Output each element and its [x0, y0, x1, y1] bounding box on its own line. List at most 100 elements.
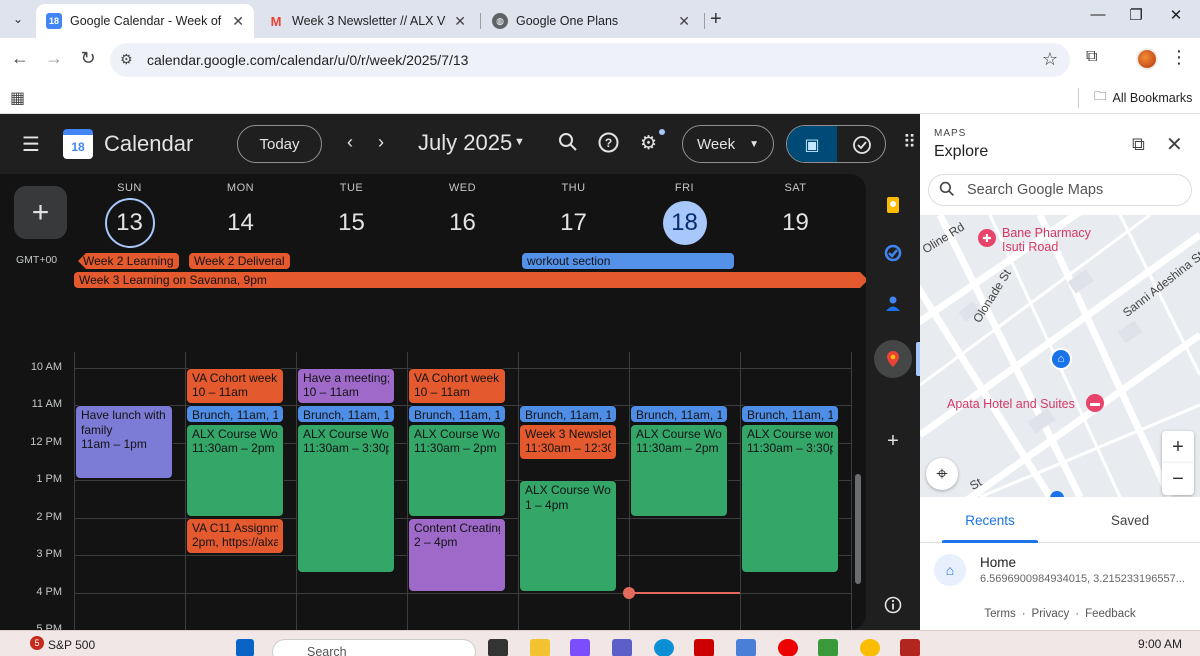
acrobat-icon[interactable]	[694, 639, 714, 656]
map-view[interactable]: Oline Rd Olonade St Sanni Adeshina St St…	[920, 215, 1200, 497]
windows-start-icon[interactable]	[236, 639, 254, 656]
stock-widget[interactable]: S&P 500	[48, 638, 95, 652]
url-text[interactable]: calendar.google.com/calendar/u/0/r/week/…	[147, 52, 468, 68]
calendar-event[interactable]: Brunch, 11am, 11a	[297, 405, 395, 423]
chrome-icon[interactable]	[860, 639, 880, 656]
allday-event[interactable]: Week 2 Learning	[78, 253, 179, 269]
browser-menu-icon[interactable]: ⋮	[1170, 47, 1188, 68]
home-pin-icon[interactable]: ⌂	[1050, 348, 1072, 370]
tab-google-calendar[interactable]: 18 Google Calendar - Week of July ✕	[36, 4, 254, 38]
recent-item-home[interactable]: ⌂ Home 6.5696900984934015, 3.21523319655…	[920, 544, 1200, 598]
zoom-in-icon[interactable]: +	[1162, 431, 1194, 463]
bookmark-star-icon[interactable]: ☆	[1042, 49, 1058, 70]
new-tab-button[interactable]: +	[710, 8, 722, 31]
calendar-event[interactable]: Content Creating 2 – 4pm	[408, 517, 506, 592]
open-in-new-icon[interactable]: ⧉	[1132, 134, 1145, 155]
day-number[interactable]: 18	[662, 201, 707, 245]
day-number[interactable]: 19	[771, 198, 821, 248]
teams-icon[interactable]	[612, 639, 632, 656]
calendar-event[interactable]: Have a meeting; 10 – 11am	[297, 367, 395, 404]
calendar-event[interactable]: Have lunch with family 11am – 1pm	[75, 405, 173, 479]
calendar-event[interactable]: VA C11 Assignmen2pm, https://alxafr	[186, 517, 284, 554]
day-header-wed[interactable]: WED 16	[407, 182, 518, 248]
restore-icon[interactable]: ❐	[1124, 6, 1148, 24]
keep-icon[interactable]	[880, 192, 906, 218]
search-icon[interactable]	[558, 132, 578, 158]
prev-week-icon[interactable]: ‹	[347, 132, 353, 153]
tab-saved[interactable]: Saved	[1060, 513, 1200, 528]
close-tab-icon[interactable]: ✕	[232, 13, 244, 30]
edge-icon[interactable]	[654, 639, 674, 656]
calendar-logo[interactable]: 18	[63, 129, 93, 159]
google-apps-icon[interactable]: ⠿	[903, 132, 916, 153]
tasks-icon[interactable]	[880, 240, 906, 266]
calendar-event[interactable]: ALX Course Work11:30am – 2pm	[408, 423, 506, 517]
day-header-tue[interactable]: TUE 15	[296, 182, 407, 248]
close-panel-icon[interactable]: ✕	[1166, 132, 1183, 157]
maps-search-box[interactable]	[928, 174, 1192, 206]
tasks-view-icon[interactable]	[837, 126, 885, 162]
excel-icon[interactable]	[818, 639, 838, 656]
add-addon-icon[interactable]: +	[880, 428, 906, 454]
back-icon[interactable]: ←	[8, 48, 32, 69]
calendar-event[interactable]: Brunch, 11am, 11a	[519, 405, 617, 423]
day-number[interactable]: 13	[104, 198, 155, 248]
calendar-event[interactable]: Brunch, 11am, 11a	[408, 405, 506, 423]
day-header-mon[interactable]: MON 14	[185, 182, 296, 248]
day-header-sat[interactable]: SAT 19	[740, 182, 851, 248]
apps-grid-icon[interactable]: ▦	[10, 88, 25, 108]
day-number[interactable]: 15	[327, 198, 377, 248]
privacy-link[interactable]: Privacy	[1032, 608, 1070, 620]
hotel-pin-icon[interactable]: ▬	[1086, 394, 1104, 412]
profile-avatar[interactable]	[1136, 48, 1158, 70]
zoom-out-icon[interactable]: −	[1162, 463, 1194, 495]
scrollbar[interactable]	[855, 474, 861, 584]
day-header-fri[interactable]: FRI 18	[629, 182, 740, 245]
file-explorer-icon[interactable]	[530, 639, 550, 656]
all-bookmarks-button[interactable]: 🗀 All Bookmarks	[1094, 87, 1192, 108]
allday-event[interactable]: Week 3 Learning on Savanna, 9pm	[74, 272, 866, 288]
store-icon[interactable]	[736, 639, 756, 656]
day-number[interactable]: 16	[438, 198, 488, 248]
reload-icon[interactable]: ↻	[76, 48, 100, 69]
close-window-icon[interactable]: ✕	[1164, 6, 1188, 24]
close-tab-icon[interactable]: ✕	[454, 13, 466, 30]
opera-icon[interactable]	[778, 639, 798, 656]
time-grid[interactable]: 9 AM10 AM11 AM12 PM1 PM2 PM3 PM4 PM5 PM …	[0, 352, 866, 630]
today-button[interactable]: Today	[237, 125, 322, 163]
day-number[interactable]: 14	[216, 198, 266, 248]
close-tab-icon[interactable]: ✕	[678, 13, 690, 30]
day-header-sun[interactable]: SUN 13	[74, 182, 185, 248]
calendar-event[interactable]: Week 3 Newslette11:30am – 12:30pm	[519, 423, 617, 461]
main-menu-icon[interactable]: ☰	[22, 132, 40, 157]
app-icon[interactable]	[900, 639, 920, 656]
forward-icon[interactable]: →	[42, 48, 66, 69]
calendar-event[interactable]: ALX Course work11:30am – 3:30pm	[741, 423, 839, 573]
next-week-icon[interactable]: ›	[378, 132, 384, 153]
tab-search-button[interactable]: ⌄	[6, 7, 30, 31]
calendar-event[interactable]: ALX Course Work11:30am – 2pm	[630, 423, 728, 517]
extensions-icon[interactable]: ⧉	[1086, 48, 1097, 66]
day-header-thu[interactable]: THU 17	[518, 182, 629, 248]
calendar-event[interactable]: VA Cohort week 3 10 – 11am	[186, 367, 284, 404]
settings-gear-icon[interactable]: ⚙	[640, 132, 657, 155]
place-bane-pharmacy[interactable]: Bane Pharmacy Isuti Road	[1002, 226, 1091, 254]
calendar-event[interactable]: Brunch, 11am, 11a	[630, 405, 728, 423]
calendar-event[interactable]: ALX Course Work1 – 4pm	[519, 480, 617, 592]
place-apata-hotel[interactable]: Apata Hotel and Suites	[947, 397, 1075, 411]
day-number[interactable]: 17	[549, 198, 599, 248]
site-info-icon[interactable]: ⚙	[120, 51, 133, 68]
task-view-icon[interactable]	[488, 639, 508, 656]
contacts-icon[interactable]	[880, 290, 906, 316]
view-selector[interactable]: Week ▼	[682, 125, 774, 163]
my-location-icon[interactable]: ⌖	[926, 458, 958, 490]
maps-search-input[interactable]	[967, 175, 1187, 205]
calendar-event[interactable]: ALX Course Work11:30am – 3:30pm	[297, 423, 395, 573]
pharmacy-pin-icon[interactable]: ✚	[978, 229, 996, 247]
allday-event[interactable]: workout section	[522, 253, 734, 269]
address-bar[interactable]: ⚙ calendar.google.com/calendar/u/0/r/wee…	[110, 43, 1070, 77]
terms-link[interactable]: Terms	[984, 608, 1015, 620]
allday-event[interactable]: Week 2 Deliveral	[189, 253, 290, 269]
feedback-link[interactable]: Feedback	[1085, 608, 1136, 620]
help-icon[interactable]: ?	[598, 132, 619, 159]
